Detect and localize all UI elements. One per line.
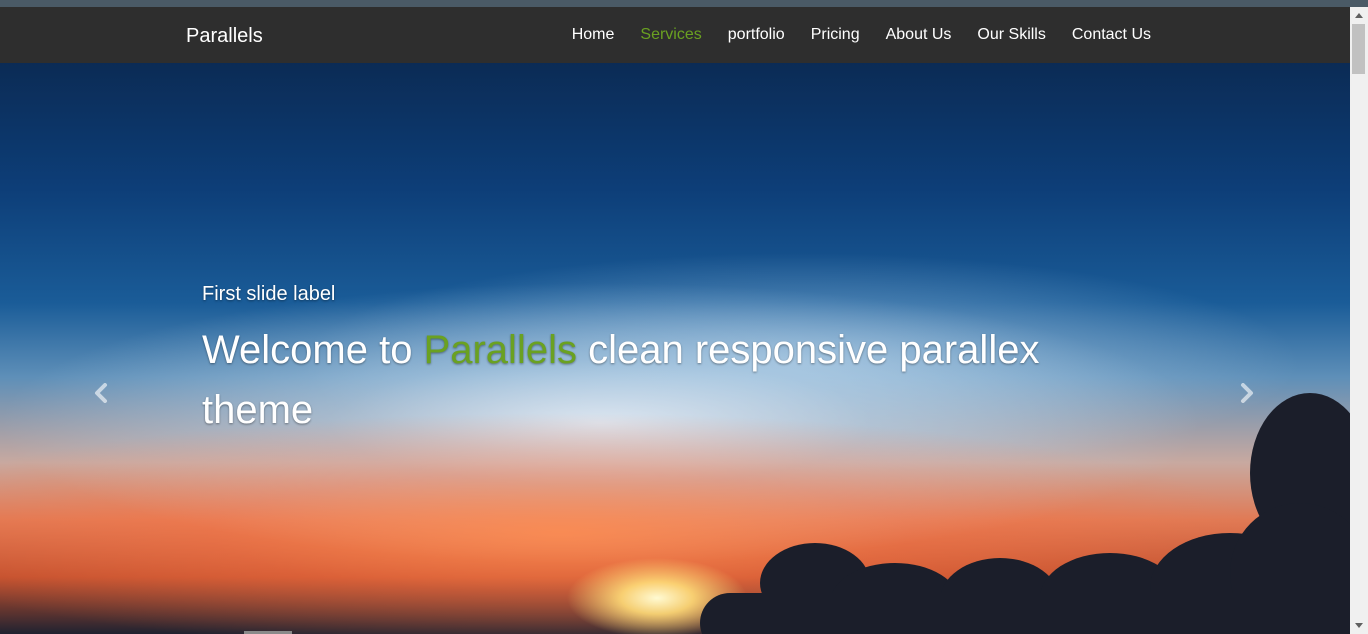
carousel-prev-button[interactable] <box>81 378 121 408</box>
nav-link-services[interactable]: Services <box>640 25 701 45</box>
arrow-up-icon <box>1355 13 1363 18</box>
vertical-scrollbar[interactable] <box>1350 7 1368 634</box>
scroll-down-button[interactable] <box>1350 617 1368 634</box>
carousel-next-button[interactable] <box>1227 378 1267 408</box>
nav-link-contact[interactable]: Contact Us <box>1072 25 1151 45</box>
nav-link-portfolio[interactable]: portfolio <box>728 25 785 45</box>
nav-item-contact: Contact Us <box>1072 25 1151 45</box>
navbar: Parallels Home Services portfolio Pricin… <box>0 7 1350 63</box>
nav-item-about: About Us <box>886 25 952 45</box>
chevron-right-icon <box>1241 383 1253 403</box>
nav-item-home: Home <box>572 25 615 45</box>
chevron-left-icon <box>95 383 107 403</box>
scroll-thumb[interactable] <box>1352 24 1365 74</box>
arrow-down-icon <box>1355 623 1363 628</box>
nav-item-services: Services <box>640 25 701 45</box>
cloud-shape <box>700 593 1350 634</box>
nav-link-about[interactable]: About Us <box>886 25 952 45</box>
nav-link-skills[interactable]: Our Skills <box>977 25 1045 45</box>
page: Parallels Home Services portfolio Pricin… <box>0 0 1368 634</box>
scroll-up-button[interactable] <box>1350 7 1368 24</box>
heading-accent: Parallels <box>423 328 577 372</box>
nav-item-pricing: Pricing <box>811 25 860 45</box>
nav-item-skills: Our Skills <box>977 25 1045 45</box>
nav-item-portfolio: portfolio <box>728 25 785 45</box>
slide-heading: Welcome to Parallels clean responsive pa… <box>202 320 1082 440</box>
slide-label: First slide label <box>202 283 336 305</box>
hero-carousel: First slide label Welcome to Parallels c… <box>0 63 1350 634</box>
nav-link-pricing[interactable]: Pricing <box>811 25 860 45</box>
nav-link-home[interactable]: Home <box>572 25 615 45</box>
nav-menu: Home Services portfolio Pricing About Us… <box>546 7 1151 63</box>
brand-logo[interactable]: Parallels <box>186 24 263 48</box>
carousel-caption: First slide label Welcome to Parallels c… <box>202 282 1082 440</box>
window-top-edge <box>0 0 1368 7</box>
heading-text-pre: Welcome to <box>202 328 424 372</box>
